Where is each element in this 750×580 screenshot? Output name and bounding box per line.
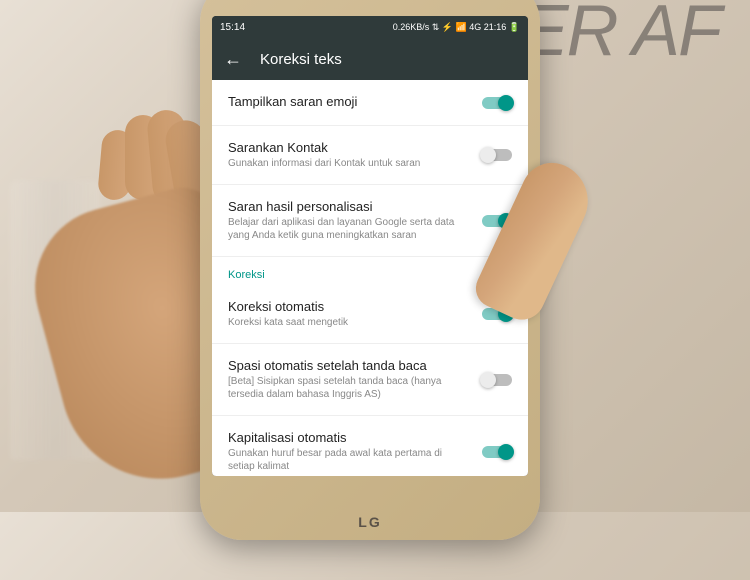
- toggle-emoji-suggestions[interactable]: [482, 97, 512, 109]
- status-bar: 15:14 0.26KB/s ⇅ ⚡ 📶 4G 21:16 🔋: [212, 16, 528, 38]
- setting-title: Koreksi otomatis: [228, 299, 470, 314]
- water-glass: [10, 180, 100, 460]
- thumb: [500, 160, 580, 340]
- setting-desc: Gunakan informasi dari Kontak untuk sara…: [228, 157, 470, 170]
- phone-brand-label: LG: [358, 514, 381, 530]
- phone-device: 15:14 0.26KB/s ⇅ ⚡ 📶 4G 21:16 🔋 ← Koreks…: [200, 0, 540, 540]
- page-title: Koreksi teks: [260, 51, 342, 68]
- setting-auto-space-punctuation[interactable]: Spasi otomatis setelah tanda baca [Beta]…: [212, 344, 528, 416]
- setting-auto-capitalization[interactable]: Kapitalisasi otomatis Gunakan huruf besa…: [212, 416, 528, 476]
- back-icon[interactable]: ←: [224, 49, 242, 70]
- setting-personalized-suggestions[interactable]: Saran hasil personalisasi Belajar dari a…: [212, 185, 528, 257]
- setting-title: Kapitalisasi otomatis: [228, 430, 470, 445]
- setting-desc: Gunakan huruf besar pada awal kata perta…: [228, 447, 470, 473]
- app-header: ← Koreksi teks: [212, 38, 528, 80]
- setting-suggest-contacts[interactable]: Sarankan Kontak Gunakan informasi dari K…: [212, 126, 528, 185]
- status-time: 15:14: [220, 22, 245, 33]
- toggle-auto-space-punctuation[interactable]: [482, 374, 512, 386]
- setting-emoji-suggestions[interactable]: Tampilkan saran emoji: [212, 80, 528, 126]
- setting-desc: [Beta] Sisipkan spasi setelah tanda baca…: [228, 375, 470, 401]
- status-indicators: 0.26KB/s ⇅ ⚡ 📶 4G 21:16 🔋: [393, 22, 520, 33]
- setting-desc: Koreksi kata saat mengetik: [228, 316, 470, 329]
- setting-title: Spasi otomatis setelah tanda baca: [228, 358, 470, 373]
- setting-title: Tampilkan saran emoji: [228, 94, 470, 109]
- setting-title: Saran hasil personalisasi: [228, 199, 470, 214]
- phone-screen: 15:14 0.26KB/s ⇅ ⚡ 📶 4G 21:16 🔋 ← Koreks…: [212, 16, 528, 476]
- setting-title: Sarankan Kontak: [228, 140, 470, 155]
- toggle-auto-capitalization[interactable]: [482, 446, 512, 458]
- setting-desc: Belajar dari aplikasi dan layanan Google…: [228, 216, 470, 242]
